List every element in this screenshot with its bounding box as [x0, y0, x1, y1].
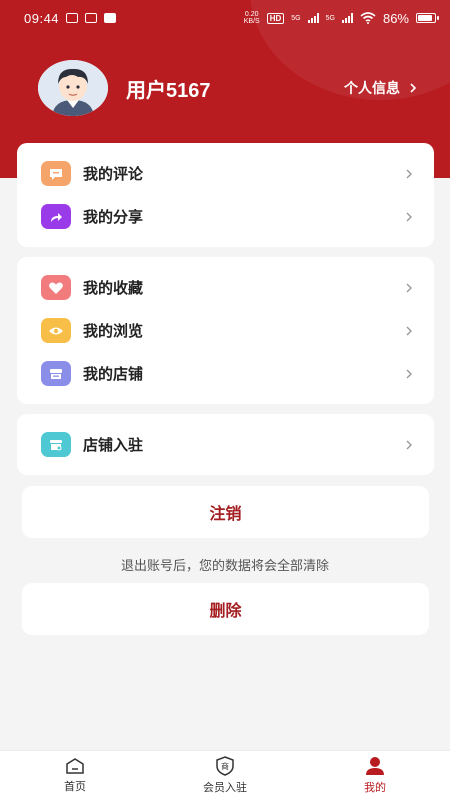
signal-1-icon — [307, 13, 319, 23]
chevron-right-icon — [410, 83, 417, 93]
chevron-right-icon — [406, 440, 412, 449]
battery-icon — [416, 13, 439, 23]
avatar-boy-icon — [38, 60, 108, 116]
signal-1-label: 5G — [291, 14, 301, 22]
avatar[interactable] — [38, 60, 108, 116]
menu-label-my-favorites: 我的收藏 — [83, 280, 144, 297]
delete-button[interactable]: 删除 — [22, 583, 429, 635]
net-speed: 0.20 KB/S — [244, 11, 260, 25]
signal-2-icon — [341, 13, 353, 23]
store-icon — [41, 361, 71, 386]
svg-text:商: 商 — [221, 761, 229, 771]
status-left: 09:44 — [24, 10, 117, 26]
menu-item-my-comments[interactable]: 我的评论 — [17, 152, 434, 195]
logout-note: 退出账号后，您的数据将会全部清除 — [120, 558, 329, 573]
app-notification-icon — [104, 13, 117, 23]
comment-icon — [41, 161, 71, 186]
notification-icon — [66, 13, 79, 23]
status-right: 0.20 KB/S HD 5G 5G 86% — [244, 10, 439, 26]
menu-label-my-comments: 我的评论 — [83, 166, 144, 183]
status-bar: 09:44 0.20 KB/S HD 5G 5G 86% — [0, 0, 450, 36]
chevron-right-icon — [406, 369, 412, 378]
menu-item-my-favorites[interactable]: 我的收藏 — [17, 266, 434, 309]
menu-item-my-store[interactable]: 我的店铺 — [17, 352, 434, 395]
menu-card-1: 我的评论 我的分享 — [17, 143, 434, 247]
tab-member-entry[interactable]: 商 会员入驻 — [150, 751, 300, 800]
share-icon — [41, 204, 71, 229]
battery-percent: 86% — [382, 10, 409, 26]
message-icon — [85, 13, 98, 23]
person-icon — [366, 757, 384, 775]
username: 用户5167 — [126, 79, 211, 102]
menu-item-store-entry[interactable]: 店铺入驻 — [17, 423, 434, 466]
menu-label-my-store: 我的店铺 — [83, 366, 144, 383]
wifi-icon — [360, 12, 376, 24]
menu-card-3: 店铺入驻 — [17, 414, 434, 475]
tab-home[interactable]: 首页 — [0, 751, 150, 800]
tab-home-label: 首页 — [64, 781, 86, 793]
tab-mine-label: 我的 — [364, 782, 386, 794]
status-time: 09:44 — [24, 10, 60, 26]
menu-label-my-shares: 我的分享 — [83, 209, 144, 226]
tab-mine[interactable]: 我的 — [300, 751, 450, 800]
store-entry-icon — [41, 432, 71, 457]
personal-info-link[interactable]: 个人信息 — [344, 78, 418, 98]
chevron-right-icon — [406, 283, 412, 292]
tab-member-entry-label: 会员入驻 — [203, 782, 247, 794]
eye-icon — [41, 318, 71, 343]
shield-shop-icon: 商 — [216, 756, 234, 776]
chevron-right-icon — [406, 212, 412, 221]
net-speed-unit: KB/S — [243, 18, 260, 25]
hd-icon: HD — [266, 12, 285, 24]
heart-icon — [41, 275, 71, 300]
logout-button[interactable]: 注销 — [22, 486, 429, 538]
menu-label-my-history: 我的浏览 — [83, 323, 144, 340]
net-speed-value: 0.20 — [244, 11, 259, 18]
menu-card-2: 我的收藏 我的浏览 我的店铺 — [17, 257, 434, 404]
personal-info-label: 个人信息 — [344, 80, 400, 96]
signal-2-label: 5G — [325, 14, 335, 22]
bottom-tab-bar: 首页 商 会员入驻 我的 — [0, 750, 450, 800]
menu-label-store-entry: 店铺入驻 — [83, 437, 144, 454]
menu-item-my-shares[interactable]: 我的分享 — [17, 195, 434, 238]
home-icon — [66, 758, 84, 774]
menu-item-my-history[interactable]: 我的浏览 — [17, 309, 434, 352]
chevron-right-icon — [406, 169, 412, 178]
chevron-right-icon — [406, 326, 412, 335]
profile-header: 用户5167 个人信息 — [38, 60, 418, 116]
